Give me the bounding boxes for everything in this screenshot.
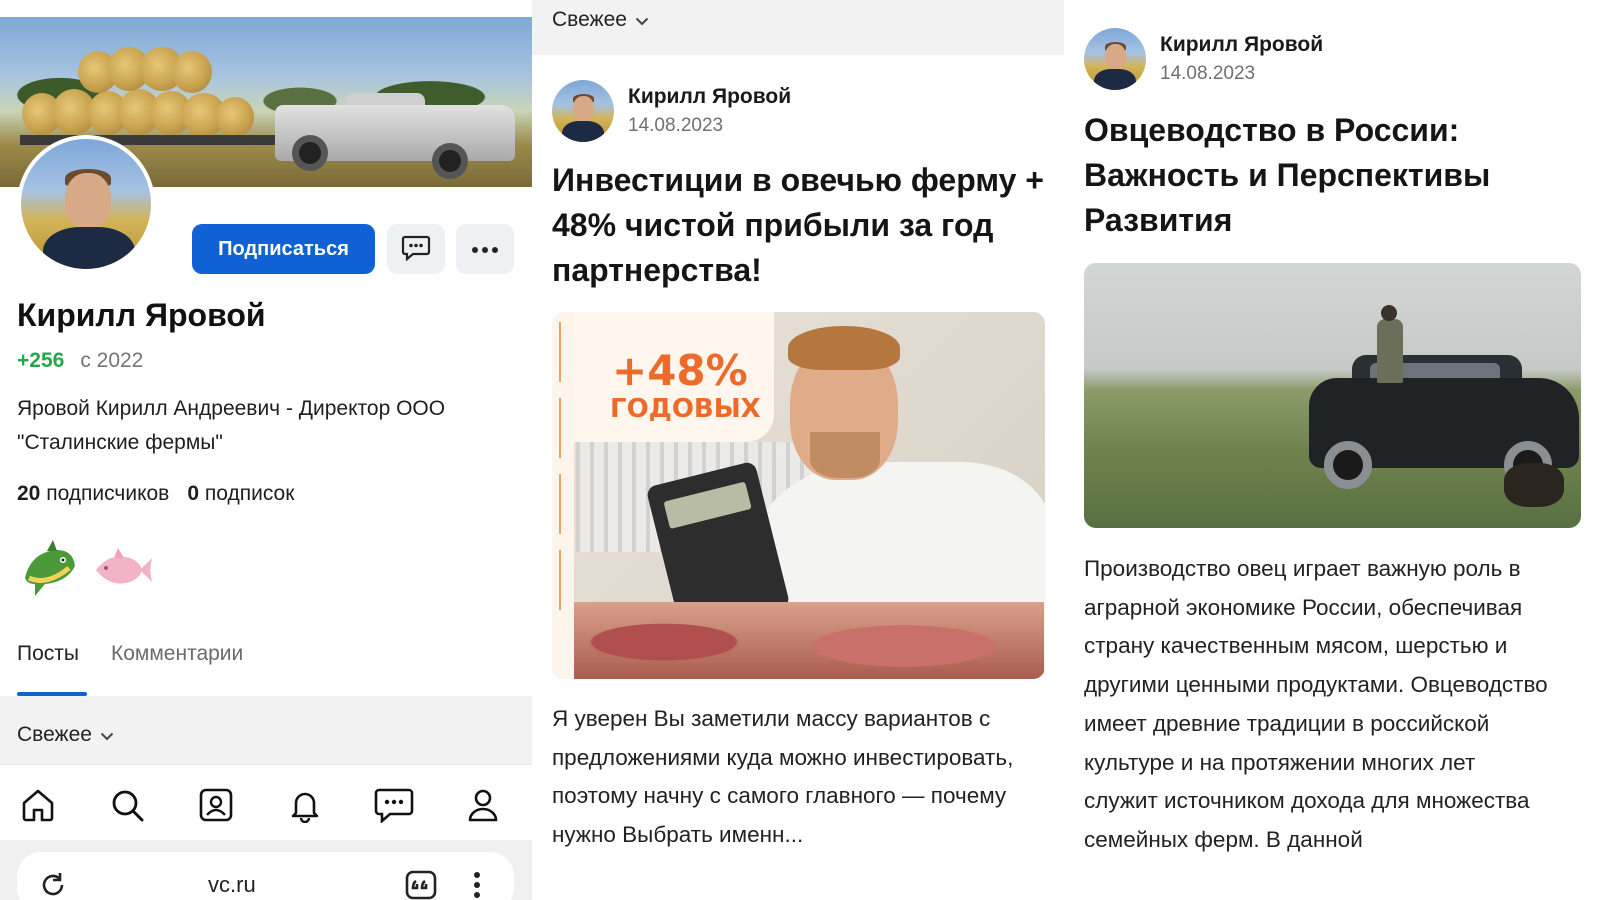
meat-cuts: [574, 602, 1044, 679]
profile-panel: Подписаться Кирилл Яровой +256 с 2022 Яро…: [0, 0, 532, 900]
author-meta: Кирилл Яровой 14.08.2023: [1160, 33, 1323, 85]
promo-badge: +48% ГОДОВЫХ: [574, 312, 774, 442]
post-author[interactable]: Кирилл Яровой 14.08.2023: [552, 80, 791, 142]
sort-dropdown[interactable]: Свежее: [552, 8, 649, 32]
sort-label: Свежее: [552, 8, 627, 31]
post-author[interactable]: Кирилл Яровой 14.08.2023: [1084, 28, 1323, 90]
profile-rating-row: +256 с 2022: [17, 349, 143, 373]
user-icon[interactable]: [463, 785, 503, 825]
avatar-face: [573, 96, 594, 122]
message-button[interactable]: [387, 224, 445, 274]
arrow-line: [559, 550, 561, 610]
shark-badge-icon[interactable]: [17, 538, 79, 600]
person-on-car: [1377, 319, 1403, 383]
sort-dropdown[interactable]: Свежее: [17, 723, 114, 747]
promo-percent: +48%: [612, 346, 748, 395]
author-avatar[interactable]: [1084, 28, 1146, 90]
author-meta: Кирилл Яровой 14.08.2023: [628, 85, 791, 137]
messages-icon[interactable]: [374, 785, 414, 825]
author-avatar[interactable]: [552, 80, 614, 142]
followers-link[interactable]: 20 подписчиков: [17, 482, 169, 505]
follow-stats: 20 подписчиков 0 подписок: [17, 482, 294, 506]
image-side-strip: [552, 312, 574, 679]
search-icon[interactable]: [107, 785, 147, 825]
tab-comments[interactable]: Комментарии: [111, 642, 243, 666]
more-options-button[interactable]: [456, 224, 514, 274]
post-cover-image[interactable]: [1084, 263, 1581, 528]
profile-bio: Яровой Кирилл Андреевич - Директор ООО "…: [17, 397, 446, 454]
dog: [1504, 463, 1564, 507]
post-excerpt[interactable]: Я уверен Вы заметили массу вариантов с п…: [552, 700, 1042, 855]
browser-menu-icon[interactable]: [460, 868, 494, 900]
avatar-body: [1094, 69, 1136, 90]
hay-bale: [216, 97, 254, 137]
following-label: подписок: [204, 482, 295, 505]
post-title[interactable]: Овцеводство в России: Важность и Перспек…: [1084, 108, 1554, 243]
post-date: 14.08.2023: [628, 115, 724, 136]
followers-count: 20: [17, 482, 41, 505]
home-icon[interactable]: [18, 785, 58, 825]
fish-badge-icon[interactable]: [92, 538, 154, 600]
avatar-face: [1105, 44, 1126, 70]
truck-wheel: [292, 135, 328, 171]
browser-address-bar[interactable]: [17, 852, 514, 900]
hay-bale: [172, 51, 212, 93]
avatar-face: [65, 173, 111, 229]
post-panel-2: Кирилл Яровой 14.08.2023 Овцеводство в Р…: [1064, 0, 1600, 900]
member-since: с 2022: [80, 349, 144, 372]
followers-label: подписчиков: [46, 482, 170, 505]
author-name[interactable]: Кирилл Яровой: [628, 85, 791, 109]
suv-wheel: [1324, 441, 1372, 489]
post-title[interactable]: Инвестиции в овечью ферму + 48% чистой п…: [552, 158, 1047, 293]
reload-icon[interactable]: [36, 868, 70, 900]
arrow-line: [559, 398, 561, 458]
post-body-text[interactable]: Производство овец играет важную роль в а…: [1084, 550, 1554, 860]
subscribe-button[interactable]: Подписаться: [192, 224, 375, 274]
arrow-line: [559, 322, 561, 382]
calculator-screen: [663, 481, 752, 530]
chat-icon: [401, 234, 431, 265]
chevron-down-icon: [635, 8, 649, 32]
following-link[interactable]: 0 подписок: [187, 482, 294, 505]
truck-wheel: [432, 143, 468, 179]
url-text[interactable]: vc.ru: [208, 872, 256, 898]
chevron-down-icon: [100, 723, 114, 747]
man-beard: [810, 432, 880, 478]
sort-label: Свежее: [17, 723, 92, 746]
avatar-body: [562, 121, 604, 142]
post-cover-image[interactable]: +48% ГОДОВЫХ: [552, 312, 1045, 679]
karma-rating: +256: [17, 349, 65, 372]
following-count: 0: [187, 482, 200, 505]
person-head: [1381, 305, 1397, 321]
profile-avatar[interactable]: [17, 135, 155, 273]
post-panel-1: Свежее Кирилл Яровой 14.08.2023 Инвестиц…: [532, 0, 1064, 900]
profile-card-icon[interactable]: [196, 785, 236, 825]
bell-icon[interactable]: [285, 785, 325, 825]
promo-word: ГОДОВЫХ: [610, 394, 761, 424]
tab-posts[interactable]: Посты: [17, 642, 79, 666]
bottom-navigation: [0, 764, 532, 840]
man-hair: [788, 326, 900, 370]
author-name[interactable]: Кирилл Яровой: [1160, 33, 1323, 57]
post-date: 14.08.2023: [1160, 63, 1256, 84]
arrow-line: [559, 474, 561, 534]
avatar-body: [43, 227, 135, 269]
more-dots-icon: [471, 242, 499, 257]
profile-name: Кирилл Яровой: [17, 297, 266, 333]
quote-icon[interactable]: [404, 868, 438, 900]
